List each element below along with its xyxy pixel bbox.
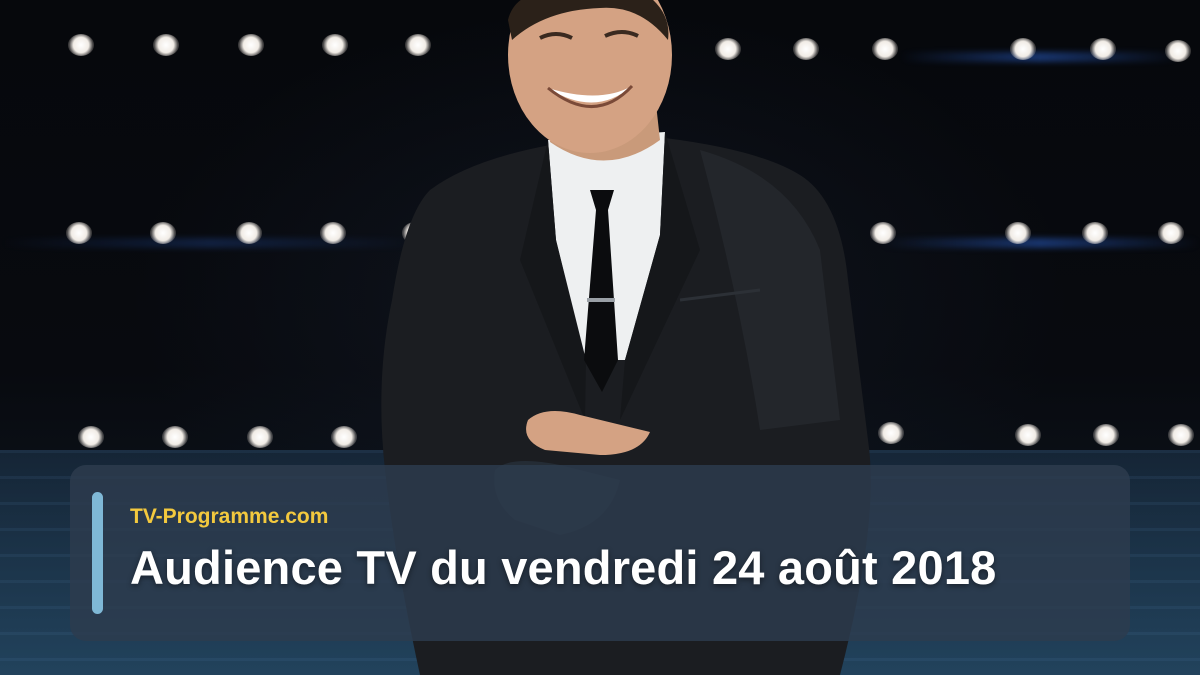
site-name[interactable]: TV-Programme.com (130, 505, 328, 529)
article-headline[interactable]: Audience TV du vendredi 24 août 2018 (130, 540, 997, 595)
accent-bar (92, 492, 103, 614)
article-hero: TV-Programme.com Audience TV du vendredi… (0, 0, 1200, 675)
